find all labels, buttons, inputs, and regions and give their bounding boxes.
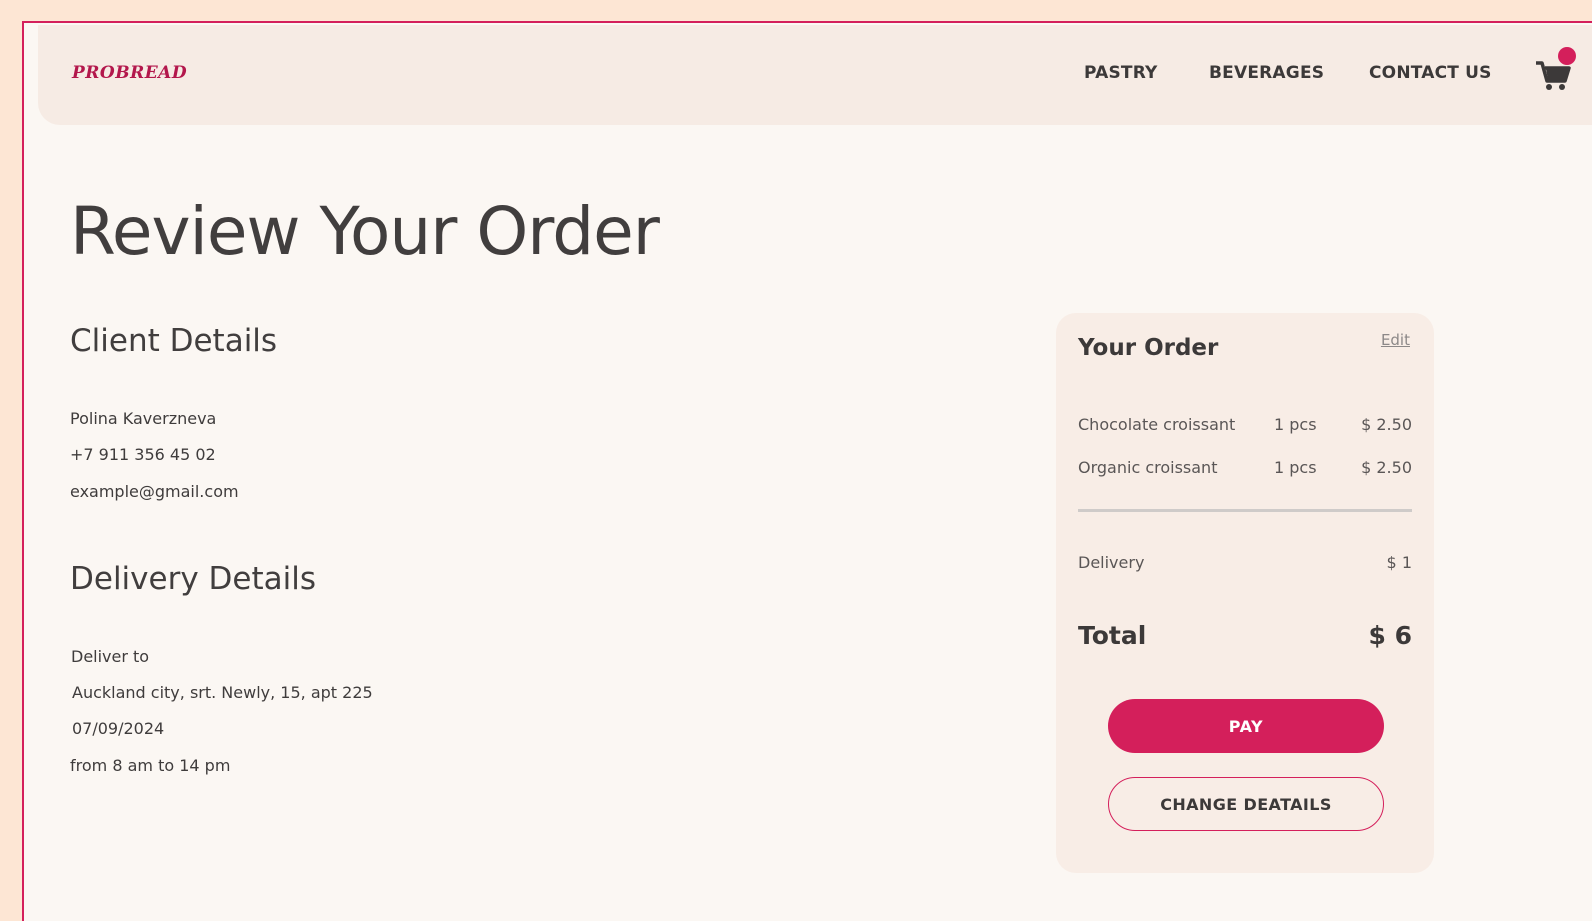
header: PROBREAD PASTRY BEVERAGES CONTACT US bbox=[38, 25, 1592, 125]
delivery-fee-row: Delivery $ 1 bbox=[1078, 553, 1412, 572]
item-qty: 1 pcs bbox=[1274, 458, 1317, 477]
delivery-details-title: Delivery Details bbox=[70, 561, 317, 597]
client-phone: +7 911 356 45 02 bbox=[70, 445, 216, 464]
item-qty: 1 pcs bbox=[1274, 415, 1317, 434]
cart-badge bbox=[1558, 47, 1576, 65]
order-title: Your Order bbox=[1078, 335, 1219, 361]
order-summary-card: Your Order Edit Chocolate croissant 1 pc… bbox=[1056, 313, 1434, 873]
item-name: Chocolate croissant bbox=[1078, 415, 1236, 434]
client-details-title: Client Details bbox=[70, 323, 278, 359]
total-value: $ 6 bbox=[1368, 621, 1413, 650]
total-label: Total bbox=[1078, 621, 1147, 650]
delivery-address: Auckland city, srt. Newly, 15, apt 225 bbox=[72, 683, 373, 702]
nav-contact-us[interactable]: CONTACT US bbox=[1369, 63, 1492, 83]
divider bbox=[1078, 509, 1412, 512]
page-title: Review Your Order bbox=[70, 193, 660, 270]
client-name: Polina Kaverzneva bbox=[70, 409, 217, 428]
delivery-time: from 8 am to 14 pm bbox=[70, 756, 231, 775]
delivery-fee-value: $ 1 bbox=[1386, 553, 1412, 572]
app-window: PROBREAD PASTRY BEVERAGES CONTACT US Rev… bbox=[22, 21, 1592, 921]
delivery-fee-label: Delivery bbox=[1078, 553, 1145, 572]
deliver-to-label: Deliver to bbox=[71, 647, 150, 666]
change-details-button[interactable]: CHANGE DEATAILS bbox=[1108, 777, 1384, 831]
item-price: $ 2.50 bbox=[1361, 458, 1412, 477]
client-email: example@gmail.com bbox=[70, 482, 239, 501]
item-price: $ 2.50 bbox=[1361, 415, 1412, 434]
pay-button[interactable]: PAY bbox=[1108, 699, 1384, 753]
logo[interactable]: PROBREAD bbox=[72, 63, 187, 83]
nav-pastry[interactable]: PASTRY bbox=[1084, 63, 1158, 83]
delivery-date: 07/09/2024 bbox=[72, 719, 165, 738]
nav-beverages[interactable]: BEVERAGES bbox=[1209, 63, 1324, 83]
cart-button[interactable] bbox=[1534, 47, 1576, 95]
edit-order-link[interactable]: Edit bbox=[1381, 331, 1410, 349]
total-row: Total $ 6 bbox=[1078, 621, 1412, 650]
item-name: Organic croissant bbox=[1078, 458, 1218, 477]
